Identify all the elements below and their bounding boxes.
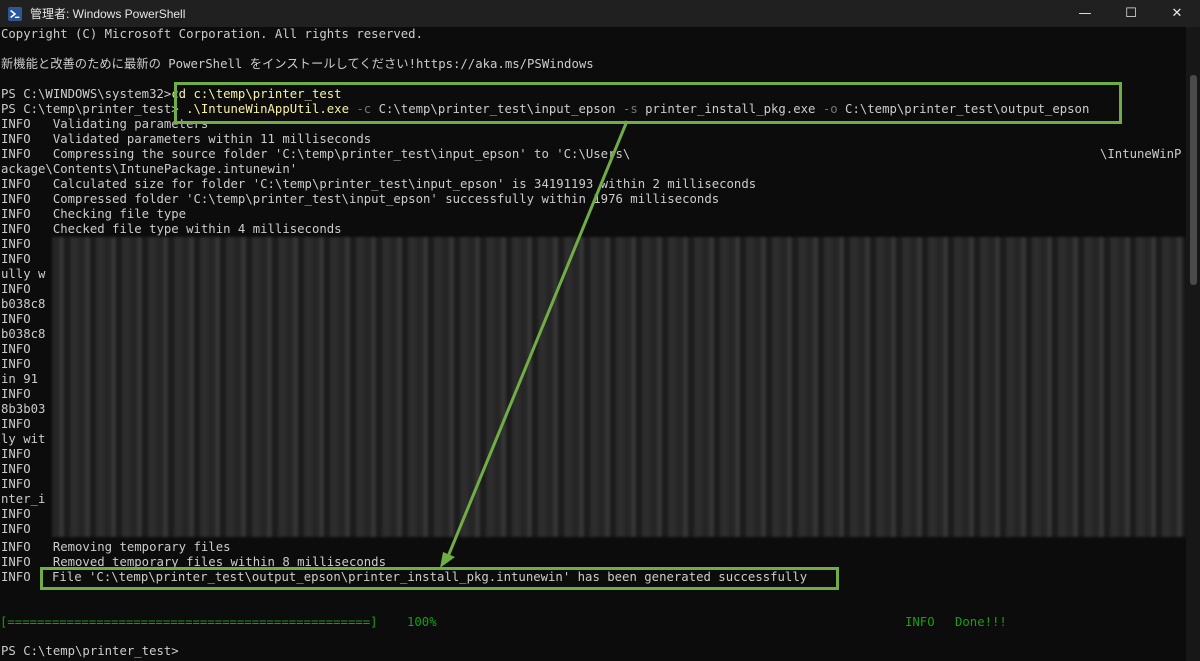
powershell-window: 管理者: Windows PowerShell — ☐ ✕ Copyright … — [0, 0, 1200, 661]
arrow-head-icon — [440, 552, 455, 568]
annotation-arrow — [440, 120, 629, 568]
